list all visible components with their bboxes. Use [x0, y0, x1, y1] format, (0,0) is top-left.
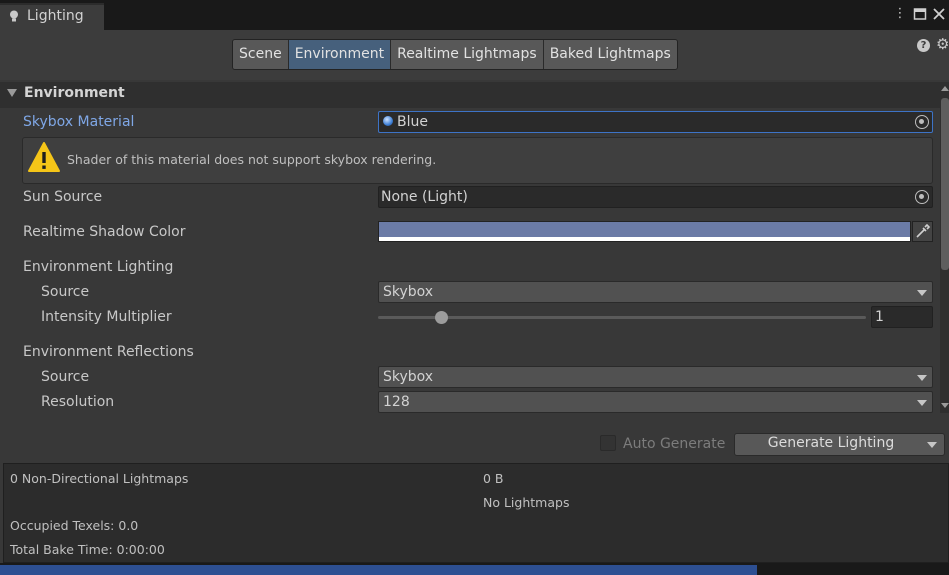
lightmap-count: 0 Non-Directional Lightmaps — [10, 471, 189, 486]
auto-generate-label: Auto Generate — [623, 436, 726, 452]
chevron-down-icon — [917, 400, 927, 406]
tab-realtime-lightmaps[interactable]: Realtime Lightmaps — [391, 40, 544, 69]
sun-source-label: Sun Source — [23, 189, 103, 205]
chevron-down-icon — [917, 290, 927, 296]
scroll-up-icon[interactable] — [941, 86, 949, 91]
shadow-color-label: Realtime Shadow Color — [23, 224, 186, 240]
kebab-menu-icon[interactable]: ⋮ — [893, 7, 907, 21]
intensity-multiplier-value: 1 — [875, 309, 884, 325]
sun-source-value: None (Light) — [381, 189, 468, 205]
tab-baked-lightmaps[interactable]: Baked Lightmaps — [543, 40, 677, 69]
object-picker-icon[interactable] — [915, 115, 929, 129]
material-sphere-icon — [383, 116, 393, 126]
lighting-source-value: Skybox — [383, 284, 434, 300]
lighting-tabs: Scene Environment Realtime Lightmaps Bak… — [232, 39, 678, 70]
help-icon[interactable]: ? — [917, 39, 930, 52]
status-bar — [0, 565, 757, 575]
object-picker-icon[interactable] — [915, 190, 929, 204]
environment-reflections-title: Environment Reflections — [23, 344, 194, 360]
environment-section-header[interactable] — [0, 82, 940, 108]
window-title-bar — [0, 0, 949, 30]
shadow-color-swatch[interactable] — [378, 221, 911, 242]
settings-icon[interactable]: ⚙ — [936, 37, 949, 52]
generate-lighting-label: Generate Lighting — [767, 435, 895, 451]
section-title: Environment — [24, 85, 125, 101]
lightbulb-icon — [10, 10, 18, 22]
scroll-down-icon[interactable] — [941, 403, 949, 408]
intensity-multiplier-label: Intensity Multiplier — [41, 309, 172, 325]
skybox-material-value: Blue — [397, 114, 428, 130]
intensity-slider-handle[interactable] — [434, 311, 448, 324]
lightmap-status: No Lightmaps — [483, 495, 570, 510]
maximize-icon[interactable] — [913, 7, 927, 21]
resolution-label: Resolution — [41, 394, 115, 410]
reflection-source-value: Skybox — [383, 369, 434, 385]
reflection-source-dropdown[interactable] — [378, 366, 933, 388]
occupied-texels: Occupied Texels: 0.0 — [10, 518, 139, 533]
environment-lighting-title: Environment Lighting — [23, 259, 174, 275]
lighting-source-label: Source — [41, 284, 90, 300]
tab-environment[interactable]: Environment — [288, 40, 392, 69]
total-bake-time: Total Bake Time: 0:00:00 — [10, 542, 165, 557]
lighting-source-dropdown[interactable] — [378, 281, 933, 303]
eyedropper-button[interactable] — [912, 221, 933, 242]
warning-message: Shader of this material does not support… — [67, 152, 437, 167]
chevron-down-icon — [917, 375, 927, 381]
foldout-arrow-icon[interactable] — [7, 89, 17, 97]
close-icon[interactable] — [932, 7, 946, 21]
skybox-material-label: Skybox Material — [23, 114, 135, 130]
lightmap-size: 0 B — [483, 471, 504, 486]
resolution-dropdown[interactable] — [378, 391, 933, 413]
intensity-slider-track[interactable] — [378, 316, 866, 319]
eyedropper-icon — [916, 223, 931, 238]
auto-generate-checkbox[interactable] — [600, 435, 616, 451]
resolution-value: 128 — [383, 394, 410, 410]
reflection-source-label: Source — [41, 369, 90, 385]
scrollbar-thumb[interactable] — [941, 98, 949, 270]
warning-icon — [28, 142, 60, 172]
window-title: Lighting — [27, 8, 84, 24]
skybox-material-field[interactable] — [378, 111, 933, 133]
generate-options-chevron-icon[interactable] — [927, 442, 937, 448]
tab-scene[interactable]: Scene — [233, 40, 289, 69]
